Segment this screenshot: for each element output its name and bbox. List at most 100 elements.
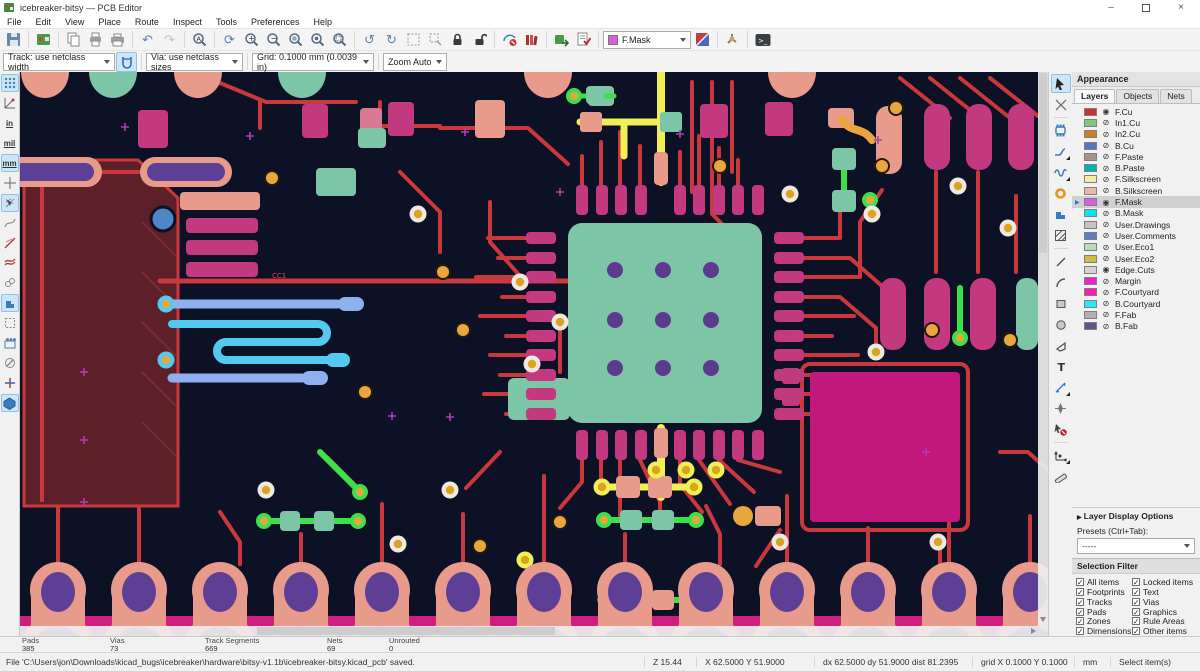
- visibility-icon[interactable]: ⊘: [1101, 299, 1111, 308]
- print-button[interactable]: [85, 30, 106, 50]
- filter-rule-areas[interactable]: ✓ Rule Areas: [1132, 616, 1198, 626]
- cursor-shape-button[interactable]: [1, 174, 19, 192]
- visibility-icon[interactable]: ⊘: [1101, 288, 1111, 297]
- select-tool-button[interactable]: [1050, 74, 1071, 93]
- visibility-icon[interactable]: ⊘: [1101, 310, 1111, 319]
- zoom-in-button[interactable]: +: [241, 30, 262, 50]
- toggle-grid-button[interactable]: [0, 74, 19, 92]
- checkbox[interactable]: ✓: [1132, 578, 1140, 586]
- checkbox[interactable]: ✓: [1132, 617, 1140, 626]
- layer-color-swatch[interactable]: [1084, 231, 1097, 240]
- canvas-horizontal-scrollbar[interactable]: [20, 626, 1038, 636]
- footprint-assign-button[interactable]: [722, 30, 743, 50]
- checkbox[interactable]: ✓: [1076, 597, 1084, 606]
- sketch-vias-button[interactable]: [1, 274, 19, 292]
- visibility-icon[interactable]: ⊘: [1101, 164, 1111, 173]
- footprint-editor-button[interactable]: [499, 30, 520, 50]
- visibility-icon[interactable]: ◉: [1101, 198, 1111, 207]
- menu-file[interactable]: File: [0, 17, 29, 27]
- update-pcb-button[interactable]: [551, 30, 572, 50]
- filter-vias[interactable]: ✓ Vias: [1132, 597, 1198, 607]
- show-ratsnest-button[interactable]: [0, 194, 19, 212]
- visibility-icon[interactable]: ⊘: [1101, 231, 1111, 240]
- board-setup-button[interactable]: [33, 30, 54, 50]
- visibility-icon[interactable]: ⊘: [1101, 322, 1111, 331]
- zone-display-mode-button[interactable]: [1, 334, 19, 352]
- checkbox[interactable]: ✓: [1132, 627, 1140, 635]
- visibility-icon[interactable]: ◉: [1101, 107, 1111, 116]
- add-via-button[interactable]: [1051, 184, 1071, 203]
- plot-button[interactable]: [107, 30, 128, 50]
- add-footprint-button[interactable]: [1051, 121, 1071, 140]
- visibility-icon[interactable]: ⊘: [1101, 152, 1111, 161]
- menu-place[interactable]: Place: [91, 17, 128, 27]
- add-rule-area-button[interactable]: [1051, 226, 1071, 245]
- polar-coords-button[interactable]: [1, 94, 19, 112]
- layer-color-swatch[interactable]: [1084, 220, 1097, 229]
- zoom-fit-objects-button[interactable]: [307, 30, 328, 50]
- layer-row-bcu[interactable]: ⊘ B.Cu: [1072, 140, 1200, 151]
- presets-combo[interactable]: -----: [1077, 538, 1195, 555]
- visibility-icon[interactable]: ⊘: [1101, 220, 1111, 229]
- filter-graphics[interactable]: ✓ Graphics: [1132, 607, 1198, 617]
- zoom-combo[interactable]: Zoom Auto: [383, 52, 447, 71]
- visibility-icon[interactable]: ◉: [1101, 265, 1111, 274]
- units-mm-button[interactable]: mm: [0, 154, 19, 172]
- scroll-right-icon[interactable]: [1031, 628, 1036, 634]
- drill-origin-button[interactable]: [1051, 446, 1071, 465]
- close-button[interactable]: ×: [1176, 2, 1186, 13]
- layer-row-bpaste[interactable]: ⊘ B.Paste: [1072, 162, 1200, 173]
- layer-color-swatch[interactable]: [1084, 107, 1097, 116]
- add-dimension-button[interactable]: [1051, 378, 1071, 397]
- ungroup-button[interactable]: [425, 30, 446, 50]
- track-width-combo[interactable]: Track: use netclass width: [3, 52, 115, 72]
- layer-color-swatch[interactable]: [1084, 198, 1097, 207]
- delete-tool-button[interactable]: [1051, 420, 1071, 439]
- menu-edit[interactable]: Edit: [29, 17, 59, 27]
- layer-color-swatch[interactable]: [1084, 310, 1097, 319]
- curved-ratsnest-button[interactable]: [1, 214, 19, 232]
- visibility-icon[interactable]: ⊘: [1101, 209, 1111, 218]
- sketch-tracks-button[interactable]: [1, 254, 19, 272]
- layer-color-swatch[interactable]: [1084, 254, 1097, 263]
- layer-row-ffab[interactable]: ⊘ F.Fab: [1072, 309, 1200, 320]
- rotate-ccw-button[interactable]: ↺: [359, 30, 380, 50]
- save-button[interactable]: [3, 30, 24, 50]
- page-settings-button[interactable]: [63, 30, 84, 50]
- visibility-icon[interactable]: ⊘: [1101, 254, 1111, 263]
- refresh-button[interactable]: ⟳: [219, 30, 240, 50]
- checkbox[interactable]: ✓: [1132, 607, 1140, 616]
- layer-color-swatch[interactable]: [1084, 299, 1097, 308]
- lock-button[interactable]: [447, 30, 468, 50]
- draw-arc-button[interactable]: [1051, 273, 1071, 292]
- layer-row-fcu[interactable]: ◉ F.Cu: [1072, 106, 1200, 117]
- checkbox[interactable]: ✓: [1076, 578, 1084, 586]
- zoom-fit-button[interactable]: [285, 30, 306, 50]
- grid-combo[interactable]: Grid: 0.1000 mm (0.0039 in): [252, 52, 374, 72]
- menu-preferences[interactable]: Preferences: [244, 17, 307, 27]
- filter-tracks[interactable]: ✓ Tracks: [1076, 597, 1132, 607]
- cross-probe-button[interactable]: [1, 374, 19, 392]
- draw-line-button[interactable]: [1051, 252, 1071, 271]
- hide-ratsnest-button[interactable]: [1, 234, 19, 252]
- visibility-icon[interactable]: ⊘: [1101, 186, 1111, 195]
- via-size-combo[interactable]: Via: use netclass sizes: [146, 52, 243, 72]
- layer-color-swatch[interactable]: [1084, 118, 1097, 127]
- layer-color-swatch[interactable]: [1084, 265, 1097, 274]
- layer-row-bmask[interactable]: ⊘ B.Mask: [1072, 208, 1200, 219]
- menu-view[interactable]: View: [58, 17, 91, 27]
- checkbox[interactable]: ✓: [1076, 617, 1084, 626]
- layer-row-fpaste[interactable]: ⊘ F.Paste: [1072, 151, 1200, 162]
- draw-circle-button[interactable]: [1051, 315, 1071, 334]
- layer-row-fsilk[interactable]: ⊘ F.Silkscreen: [1072, 174, 1200, 185]
- tab-layers[interactable]: Layers: [1074, 89, 1116, 103]
- scripting-console-button[interactable]: >_: [752, 30, 773, 50]
- tab-objects[interactable]: Objects: [1116, 89, 1160, 103]
- layer-row-fmask[interactable]: ▶ ◉ F.Mask: [1072, 196, 1200, 208]
- canvas-vertical-scrollbar[interactable]: [1038, 72, 1048, 636]
- filter-other-items[interactable]: ✓ Other items: [1132, 626, 1198, 636]
- drc-button[interactable]: [573, 30, 594, 50]
- filter-text[interactable]: ✓ Text: [1132, 587, 1198, 597]
- minimize-button[interactable]: –: [1106, 2, 1116, 13]
- active-layer-combo[interactable]: F.Mask: [603, 30, 691, 49]
